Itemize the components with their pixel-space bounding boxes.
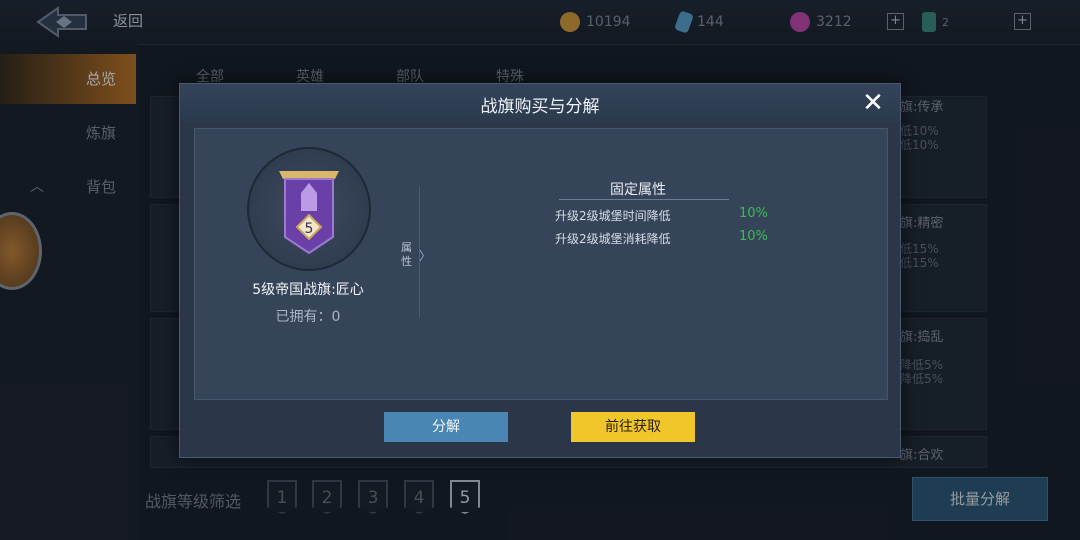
flag-frame: 5 <box>247 147 371 271</box>
divider <box>559 199 729 200</box>
close-icon[interactable]: ✕ <box>858 88 888 118</box>
decompose-button[interactable]: 分解 <box>384 412 508 442</box>
empire-flag-icon: 5 <box>279 171 339 255</box>
flag-name: 5级帝国战旗:匠心 <box>252 282 364 298</box>
attribute-label: 升级2级城堡消耗降低 <box>555 232 671 246</box>
flag-level-number: 5 <box>305 221 314 237</box>
chevron-right-icon: 〉 <box>419 249 432 263</box>
dialog-header: 战旗购买与分解 ✕ <box>180 84 900 122</box>
buy-decompose-dialog: 战旗购买与分解 ✕ 5 5级帝国战旗:匠心 已拥有：0 属性 〉 固定属性 升级… <box>179 83 901 458</box>
dialog-content: 5 5级帝国战旗:匠心 已拥有：0 属性 〉 固定属性 升级2级城堡时间降低 1… <box>194 128 888 400</box>
fixed-attributes-title: 固定属性 <box>610 182 666 198</box>
attribute-value: 10% <box>739 229 768 244</box>
go-obtain-button[interactable]: 前往获取 <box>571 412 695 442</box>
dialog-title: 战旗购买与分解 <box>480 97 600 117</box>
attribute-tab[interactable]: 属性 <box>401 241 415 269</box>
attribute-value: 10% <box>739 206 768 221</box>
attribute-label: 升级2级城堡时间降低 <box>555 209 671 223</box>
owned-count: 已拥有：0 <box>275 309 341 325</box>
